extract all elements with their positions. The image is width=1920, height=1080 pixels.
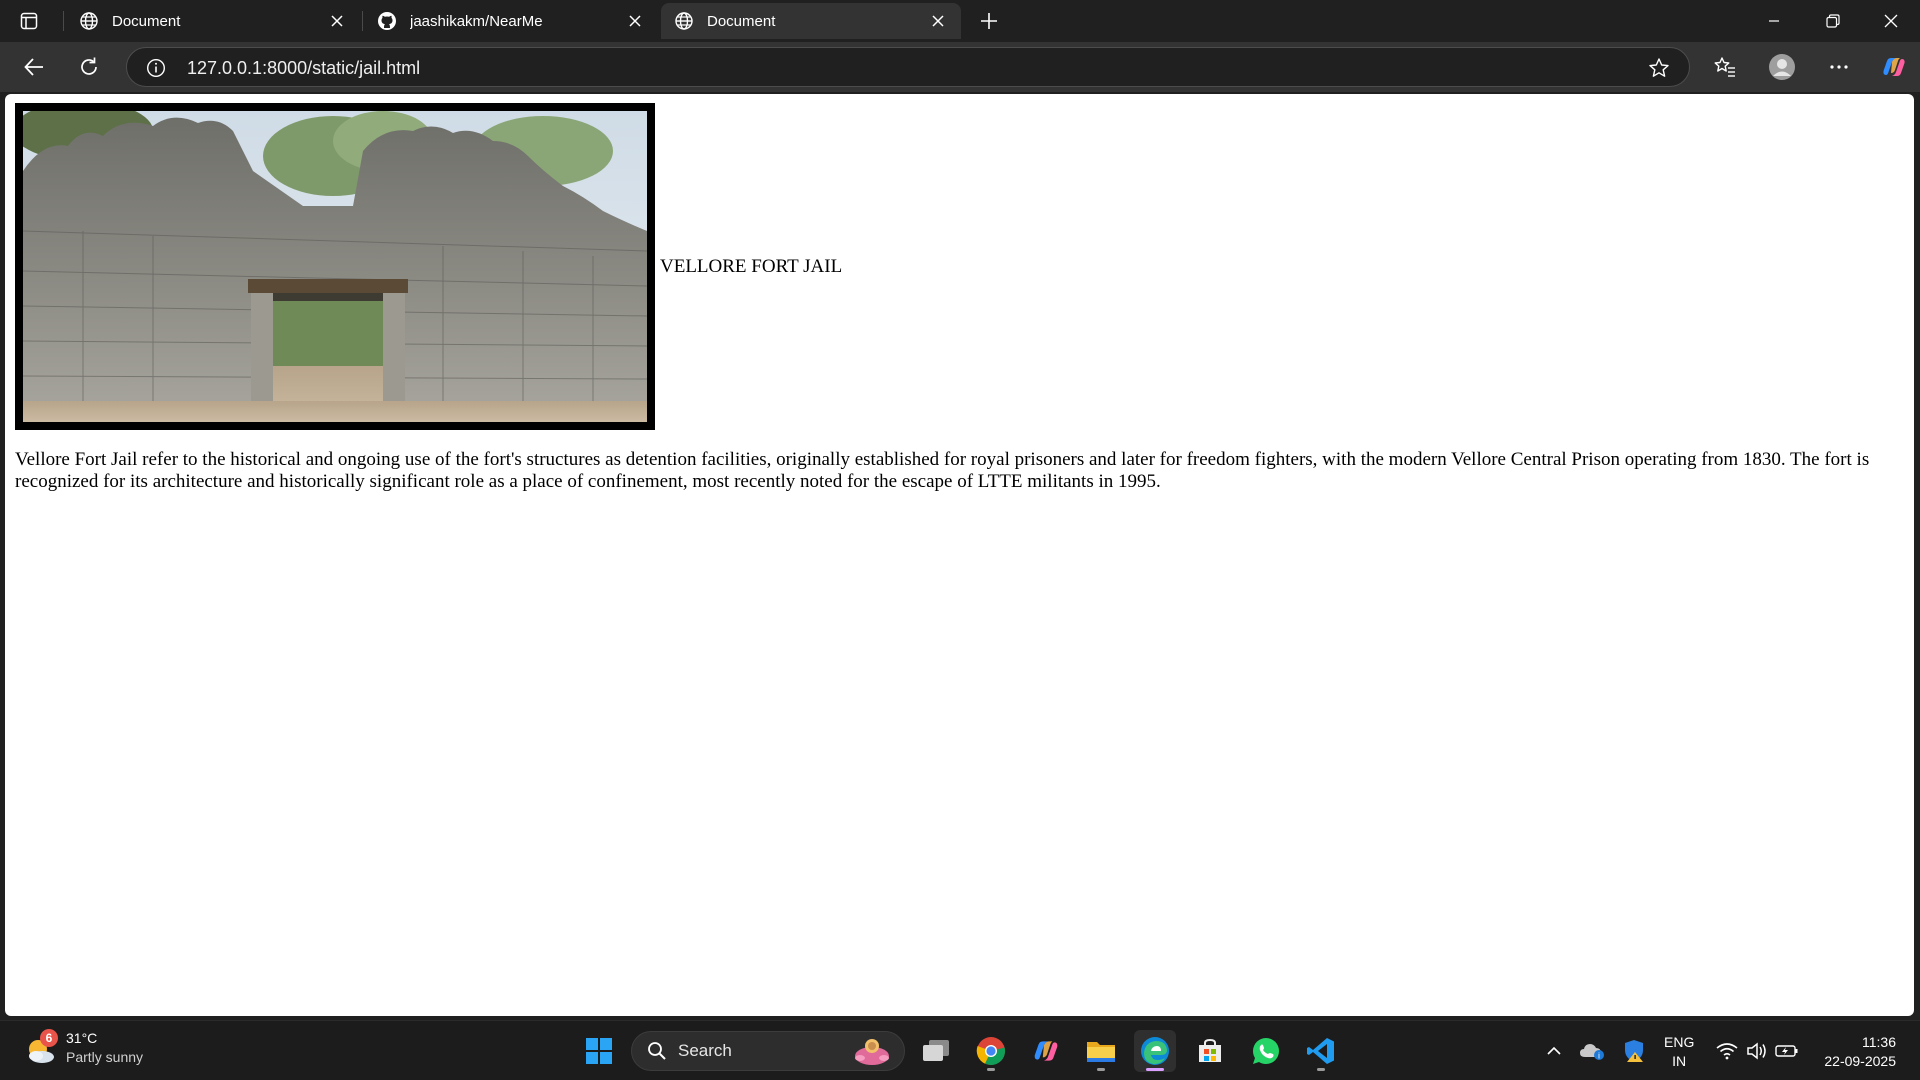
tab-title: jaashikakm/NearMe [410,12,543,30]
onedrive-icon[interactable]: i [1578,1037,1606,1065]
svg-text:i: i [1598,1052,1600,1061]
url-text[interactable]: 127.0.0.1:8000/static/jail.html [187,58,420,79]
globe-icon [78,10,100,32]
vscode-icon[interactable] [1300,1030,1342,1072]
restore-button[interactable] [1804,0,1862,42]
back-button[interactable] [16,50,52,84]
start-icon[interactable] [578,1030,620,1072]
content-row: VELLORE FORT JAIL [15,103,842,430]
more-options-icon[interactable] [1821,50,1857,84]
store-icon[interactable] [1189,1030,1231,1072]
search-highlight-icon [855,1039,889,1065]
clock-date: 22-09-2025 [1824,1053,1896,1069]
file-explorer-icon[interactable] [1080,1030,1122,1072]
clock-time: 11:36 [1862,1034,1896,1050]
wifi-icon[interactable] [1713,1037,1741,1065]
region-code: IN [1672,1053,1687,1069]
battery-charging-icon[interactable] [1773,1037,1801,1065]
page-heading: VELLORE FORT JAIL [660,255,843,277]
chrome-icon[interactable] [970,1030,1012,1072]
tab-strip: Document jaashikakm/NearMe Document [0,0,1920,42]
tab-actions-icon[interactable] [14,9,44,33]
tab-title: Document [112,12,181,30]
tab-document-1[interactable]: Document [66,3,360,39]
security-shield-icon[interactable] [1620,1037,1648,1065]
close-icon[interactable] [326,10,348,32]
globe-icon [673,10,695,32]
running-indicator [1317,1068,1325,1071]
minimize-button[interactable] [1745,0,1803,42]
clock[interactable]: 11:36 22-09-2025 [1810,1033,1896,1071]
task-view-icon[interactable] [915,1030,957,1072]
tab-separator [362,11,363,31]
taskbar-search[interactable]: Search [631,1031,905,1071]
browser-toolbar: 127.0.0.1:8000/static/jail.html [0,42,1920,92]
favorites-button[interactable] [1707,50,1743,84]
whatsapp-icon[interactable] [1245,1030,1287,1072]
copilot-icon[interactable] [1876,50,1912,84]
description-text: Vellore Fort Jail refer to the historica… [15,449,1870,492]
tab-title: Document [707,12,776,30]
close-icon[interactable] [927,10,949,32]
active-indicator [1146,1068,1164,1071]
language-indicator[interactable]: ENG IN [1664,1033,1694,1071]
tab-github[interactable]: jaashikakm/NearMe [364,3,658,39]
close-window-button[interactable] [1862,0,1920,42]
vellore-fort-jail-photo [15,103,655,430]
weather-widget[interactable]: 6 31°C Partly sunny [22,1029,143,1067]
copilot-app-icon[interactable] [1025,1030,1067,1072]
address-bar[interactable]: 127.0.0.1:8000/static/jail.html [126,47,1690,87]
taskbar: 6 31°C Partly sunny Search i ENG IN 11:3… [0,1020,1920,1080]
github-icon [376,10,398,32]
volume-icon[interactable] [1743,1037,1771,1065]
tab-document-active[interactable]: Document [661,3,961,39]
close-icon[interactable] [624,10,646,32]
reload-button[interactable] [71,50,107,84]
favorite-star-icon[interactable] [1647,56,1671,80]
weather-badge: 6 [40,1029,58,1047]
weather-temp: 31°C [66,1030,98,1046]
new-tab-button[interactable] [974,6,1004,36]
edge-icon[interactable] [1134,1030,1176,1072]
page-viewport: VELLORE FORT JAIL Vellore Fort Jail refe… [5,94,1914,1016]
search-label: Search [678,1041,732,1060]
profile-avatar[interactable] [1764,50,1800,84]
partly-sunny-icon: 6 [22,1029,60,1067]
running-indicator [987,1068,995,1071]
chevron-up-icon[interactable] [1540,1037,1568,1065]
tab-separator [63,11,64,31]
site-info-icon[interactable] [145,57,167,79]
search-icon [646,1040,668,1062]
language-code: ENG [1664,1034,1695,1050]
running-indicator [1097,1068,1105,1071]
weather-condition: Partly sunny [66,1049,144,1065]
